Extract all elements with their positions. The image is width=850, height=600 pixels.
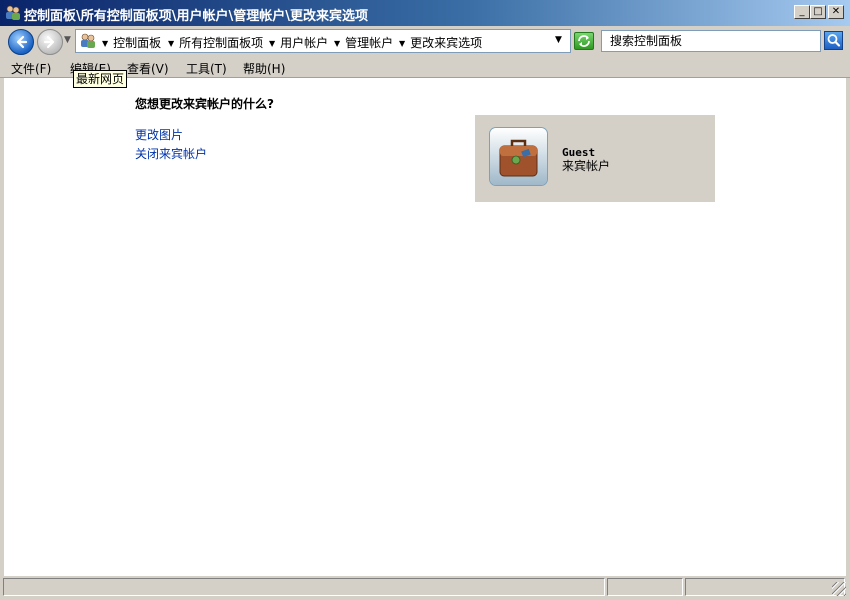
menu-view[interactable]: 查看(V) <box>127 60 169 77</box>
maximize-button[interactable]: □ <box>810 5 826 19</box>
refresh-icon <box>578 35 590 47</box>
chevron-down-icon: ▼ <box>269 39 276 48</box>
briefcase-icon <box>499 139 538 177</box>
address-dropdown[interactable]: ▼ <box>555 35 562 45</box>
tooltip: 最新网页 <box>73 70 128 88</box>
status-panel-2 <box>607 578 683 596</box>
account-tile: Guest 来宾帐户 <box>475 115 715 202</box>
minimize-button[interactable]: _ <box>794 5 810 19</box>
address-box[interactable]: ▼ 控制面板 ▼ 所有控制面板项 ▼ 用户帐户 ▼ 管理帐户 ▼ 更改来宾选项 ▼ <box>75 29 571 53</box>
chevron-down-icon: ▼ <box>334 39 341 48</box>
users-icon <box>6 5 20 20</box>
back-button[interactable] <box>8 29 34 55</box>
account-type: 来宾帐户 <box>562 159 611 173</box>
status-panel-3 <box>685 578 845 596</box>
chevron-down-icon: ▼ <box>399 39 406 48</box>
size-grip-icon[interactable] <box>832 582 846 596</box>
forward-button[interactable] <box>37 29 63 55</box>
users-icon <box>81 33 95 48</box>
page-heading: 您想更改来宾帐户的什么? <box>135 97 274 111</box>
search-icon <box>827 34 841 47</box>
breadcrumb-manage-accounts[interactable]: ▼ 管理帐户 <box>334 34 393 51</box>
chevron-down-icon: ▼ <box>168 39 175 48</box>
status-bar <box>0 576 850 600</box>
status-panel-main <box>3 578 605 596</box>
menu-help[interactable]: 帮助(H) <box>243 60 285 77</box>
refresh-button[interactable] <box>574 32 594 50</box>
search-box[interactable] <box>601 30 821 52</box>
search-input[interactable] <box>610 32 810 50</box>
back-arrow-icon <box>16 35 28 49</box>
breadcrumb-user-accounts[interactable]: ▼ 用户帐户 <box>269 34 328 51</box>
main-content: 您想更改来宾帐户的什么? 更改图片 关闭来宾帐户 Guest 来宾帐户 <box>4 78 846 576</box>
menu-tools[interactable]: 工具(T) <box>186 60 227 77</box>
menu-bar: 文件(F) 编辑(E) 查看(V) 工具(T) 帮助(H) <box>0 58 850 78</box>
close-button[interactable]: ✕ <box>828 5 844 19</box>
title-bar[interactable]: 控制面板\所有控制面板项\用户帐户\管理帐户\更改来宾选项 _ □ ✕ <box>0 0 850 26</box>
breadcrumb-control-panel[interactable]: ▼ 控制面板 <box>102 34 161 51</box>
search-button[interactable] <box>824 31 843 50</box>
breadcrumb-all-items[interactable]: ▼ 所有控制面板项 <box>168 34 263 51</box>
forward-arrow-icon <box>43 35 55 49</box>
account-picture[interactable] <box>490 128 547 185</box>
change-picture-link[interactable]: 更改图片 <box>135 126 183 143</box>
address-toolbar: ▼ ▼ 控制面板 ▼ 所有控制面板项 ▼ 用户帐户 ▼ 管理帐户 ▼ 更改来宾选项 ▼ <box>0 26 850 58</box>
turn-off-guest-link[interactable]: 关闭来宾帐户 <box>135 145 207 162</box>
recent-pages-dropdown[interactable]: ▼ <box>64 35 71 45</box>
window-title: 控制面板\所有控制面板项\用户帐户\管理帐户\更改来宾选项 <box>24 9 368 24</box>
menu-file[interactable]: 文件(F) <box>11 60 51 77</box>
chevron-down-icon: ▼ <box>102 39 109 48</box>
breadcrumb-change-guest[interactable]: ▼ 更改来宾选项 <box>399 34 482 51</box>
